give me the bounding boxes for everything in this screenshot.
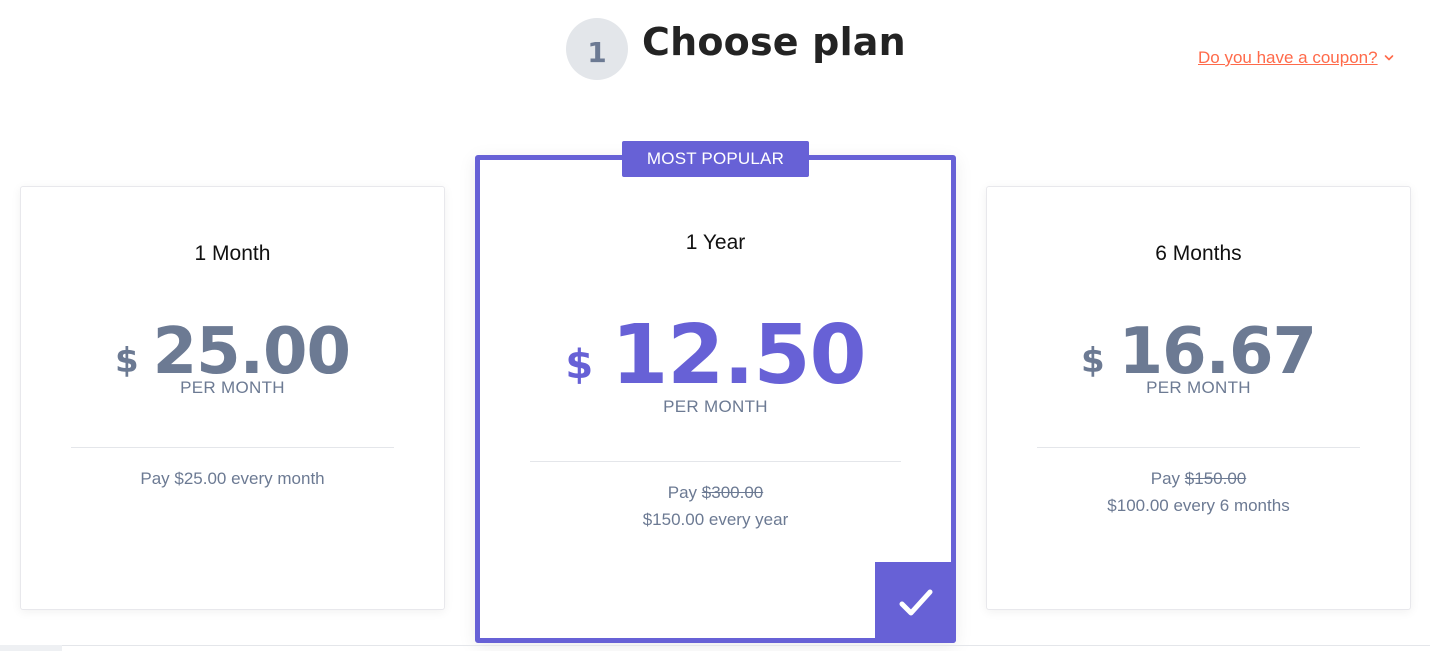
original-price: $150.00 [1184,469,1247,488]
price-period: PER MONTH [663,397,768,416]
billing-prefix: Pay [667,483,702,502]
plan-card-6-months[interactable]: 6 Months $16.67 PER MONTH Pay $150.00 $1… [986,186,1411,610]
coupon-link-label: Do you have a coupon? [1198,48,1378,67]
plan-card-1-year[interactable]: 1 Year $12.50 PER MONTH Pay $300.00 $150… [475,155,956,643]
divider [1037,447,1360,448]
original-price: $300.00 [701,483,764,502]
step-number: 1 [587,35,607,69]
billing-summary: Pay $25.00 every month [21,465,444,492]
plan-name: 1 Month [194,242,271,265]
coupon-toggle-link[interactable]: Do you have a coupon? [1198,48,1394,68]
billing-line: Pay $25.00 every month [140,469,325,488]
price-amount: 12.50 [611,308,866,403]
divider [530,461,901,462]
choose-plan-page: 1 Choose plan Do you have a coupon? 1 Mo… [0,0,1430,651]
price-period: PER MONTH [180,378,285,397]
billing-line-original: Pay $150.00 [987,465,1410,492]
plan-price: $12.50 [480,308,951,403]
section-divider [0,645,1430,646]
bottom-edge-tab [0,645,62,651]
currency-symbol: $ [565,342,594,388]
billing-summary: Pay $300.00 $150.00 every year [480,479,951,533]
plan-card-1-month[interactable]: 1 Month $25.00 PER MONTH Pay $25.00 ever… [20,186,445,610]
currency-symbol: $ [114,341,139,381]
billing-summary: Pay $150.00 $100.00 every 6 months [987,465,1410,519]
step-indicator: 1 [566,18,628,80]
page-title: Choose plan [642,20,906,64]
currency-symbol: $ [1080,341,1105,381]
billing-line-original: Pay $300.00 [480,479,951,506]
price-period: PER MONTH [1146,378,1251,397]
billing-line-discounted: $100.00 every 6 months [1107,496,1290,515]
check-icon [899,589,932,615]
plan-name: 1 Year [685,231,746,254]
selected-indicator [875,562,956,643]
plan-name: 6 Months [1155,242,1242,265]
billing-line-discounted: $150.00 every year [642,510,789,529]
chevron-down-icon [1384,55,1393,61]
most-popular-badge: MOST POPULAR [622,141,809,177]
divider [71,447,394,448]
billing-prefix: Pay [1150,469,1185,488]
